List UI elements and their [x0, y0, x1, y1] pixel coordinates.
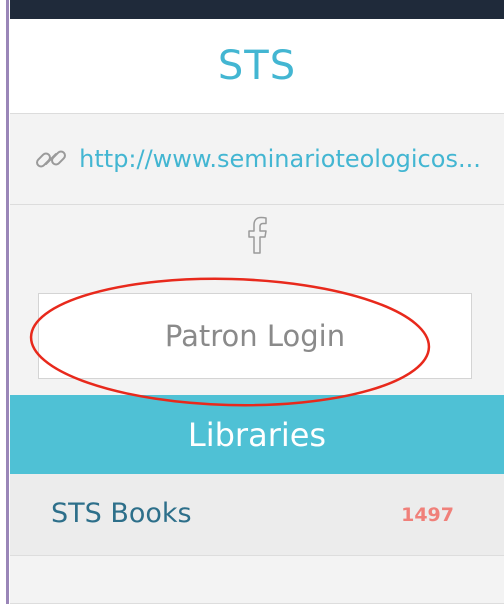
website-link[interactable]: http://www.seminarioteologicos...: [10, 114, 504, 205]
link-icon: [36, 150, 67, 168]
library-list-item[interactable]: STS Books 1497: [10, 474, 504, 556]
library-item-count: 1497: [401, 504, 454, 526]
left-border: [0, 0, 9, 604]
website-url[interactable]: http://www.seminarioteologicos...: [79, 145, 481, 173]
page-title: STS: [217, 43, 297, 89]
top-bar: [10, 0, 504, 19]
facebook-icon[interactable]: [247, 216, 267, 254]
patron-login-button[interactable]: Patron Login: [38, 293, 472, 379]
title-row: STS: [10, 19, 504, 114]
library-list-item-empty: [10, 559, 504, 604]
social-links: [10, 205, 504, 265]
libraries-section-header: Libraries: [10, 395, 504, 474]
library-name[interactable]: STS Books: [51, 498, 192, 529]
library-info-panel: STS http://www.seminarioteologicos... Pa…: [10, 19, 504, 604]
